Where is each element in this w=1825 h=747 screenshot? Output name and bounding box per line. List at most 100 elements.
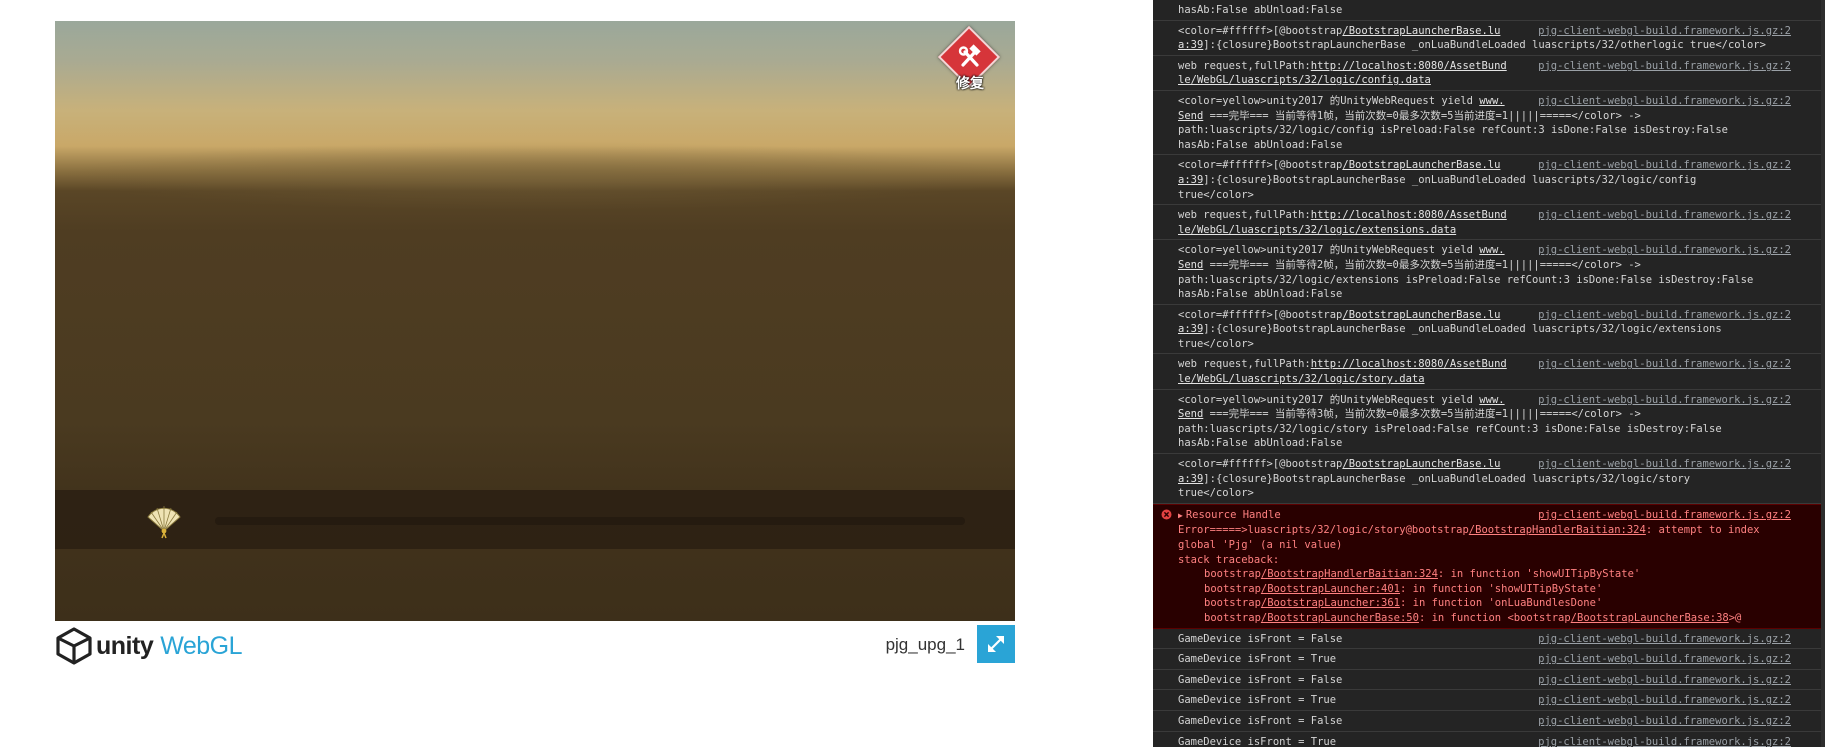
console-message-source[interactable]: pjg-client-webgl-build.framework.js.gz:2 [1538,357,1791,372]
console-source-link[interactable]: /BootstrapLauncher:361 [1261,597,1400,609]
console-log-message: pjg-client-webgl-build.framework.js.gz:2… [1153,629,1825,650]
console-text: Resource Handle Error=====>luascripts/32… [1178,508,1469,537]
console-source-link[interactable]: /BootstrapLauncherBase.lu [1342,458,1500,470]
console-message-source[interactable]: pjg-client-webgl-build.framework.js.gz:2 [1538,457,1791,472]
console-text: <color=yellow>unity2017 的UnityWebRequest… [1178,244,1480,257]
console-log-message: pjg-client-webgl-build.framework.js.gz:2… [1153,649,1825,670]
console-text: bootstrap [1204,597,1261,610]
console-source-link[interactable]: /BootstrapHandlerBaitian:324 [1261,568,1438,580]
stack-trace-line: bootstrap/BootstrapLauncherBase:50: in f… [1178,611,1791,626]
console-source-link[interactable]: a:39 [1178,473,1203,485]
console-source-link[interactable]: le/WebGL/luascripts/32/logic/story.data [1178,373,1425,385]
console-text: GameDevice isFront = True [1178,653,1337,666]
console-source-link[interactable]: Send [1178,259,1203,271]
console-message-source[interactable]: pjg-client-webgl-build.framework.js.gz:2 [1538,243,1791,258]
unity-webgl-logo: unity WebGL [55,627,243,665]
console-text: <color=#ffffff>[@bootstrap [1178,24,1343,37]
console-log-message: pjg-client-webgl-build.framework.js.gz:2… [1153,91,1825,156]
console-text: <color=#ffffff>[@bootstrap [1178,458,1343,471]
console-message-text: web request,fullPath:http://localhost:80… [1178,358,1507,385]
console-message-text: GameDevice isFront = False [1178,674,1342,686]
console-message-list: hasAb:False abUnload:False pjg-client-web… [1153,0,1825,747]
build-title: pjg_upg_1 [885,635,965,654]
console-message-source[interactable]: pjg-client-webgl-build.framework.js.gz:2 [1538,393,1791,408]
console-text: GameDevice isFront = True [1178,694,1337,707]
console-message-text: web request,fullPath:http://localhost:80… [1178,209,1507,236]
console-log-message: pjg-client-webgl-build.framework.js.gz:2… [1153,354,1825,390]
repair-button[interactable]: 修复 [937,25,1001,93]
console-message-source[interactable]: pjg-client-webgl-build.framework.js.gz:2 [1538,693,1791,708]
console-source-link[interactable]: http://localhost:8080/AssetBund [1311,60,1507,72]
console-message-source[interactable]: pjg-client-webgl-build.framework.js.gz:2 [1538,24,1791,39]
console-log-message: pjg-client-webgl-build.framework.js.gz:2… [1153,240,1825,305]
console-source-link[interactable]: www. [1479,394,1504,406]
console-message-source[interactable]: pjg-client-webgl-build.framework.js.gz:2 [1538,652,1791,667]
unity-wordmark: unity [96,631,154,660]
console-scrollbar[interactable] [1821,0,1825,747]
console-source-link[interactable]: /BootstrapHandlerBaitian:324 [1469,524,1646,536]
console-source-link[interactable]: http://localhost:8080/AssetBund [1311,358,1507,370]
console-message-text: hasAb:False abUnload:False [1178,4,1343,16]
console-log-message: pjg-client-webgl-build.framework.js.gz:2… [1153,670,1825,691]
fullscreen-icon [988,636,1004,652]
console-log-message: pjg-client-webgl-build.framework.js.gz:2… [1153,711,1825,732]
console-source-link[interactable]: /BootstrapLauncherBase.lu [1342,25,1500,37]
console-source-link[interactable]: Send [1178,110,1203,122]
console-text: GameDevice isFront = False [1178,673,1343,686]
console-message-text: GameDevice isFront = True [1178,653,1336,665]
expand-triangle-icon[interactable]: ▶ [1178,511,1183,520]
console-source-link[interactable]: /BootstrapLauncherBase:38 [1571,612,1729,624]
console-text: web request,fullPath: [1178,209,1311,222]
console-source-link[interactable]: www. [1479,95,1504,107]
unity-game-canvas[interactable]: 修复 [55,21,1015,621]
console-text: ]:{closure}BootstrapLauncherBase _onLuaB… [1203,39,1766,52]
console-source-link[interactable]: /BootstrapLauncher:401 [1261,583,1400,595]
console-message-source[interactable]: pjg-client-webgl-build.framework.js.gz:2 [1538,508,1791,523]
console-message-text: GameDevice isFront = True [1178,736,1336,747]
console-message-source[interactable]: pjg-client-webgl-build.framework.js.gz:2 [1538,673,1791,688]
console-message-source[interactable]: pjg-client-webgl-build.framework.js.gz:2 [1538,714,1791,729]
console-message-source[interactable]: pjg-client-webgl-build.framework.js.gz:2 [1538,632,1791,647]
console-message-source[interactable]: pjg-client-webgl-build.framework.js.gz:2 [1538,59,1791,74]
console-message-source[interactable]: pjg-client-webgl-build.framework.js.gz:2 [1538,308,1791,323]
console-message-text: GameDevice isFront = True [1178,694,1336,706]
console-text: ===完毕=== 当前等待2帧，当前次数=0最多次数=5当前进度=1|||||=… [1178,258,1754,301]
console-text: : in function 'onLuaBundlesDone' [1399,597,1603,610]
devtools-console[interactable]: hasAb:False abUnload:False pjg-client-web… [1153,0,1825,747]
loading-track [215,517,965,525]
console-text: bootstrap [1204,582,1261,595]
console-source-link[interactable]: http://localhost:8080/AssetBund [1311,209,1507,221]
console-text: : in function <bootstrap [1418,611,1571,624]
console-log-message: hasAb:False abUnload:False [1153,0,1825,21]
console-error-message: pjg-client-webgl-build.framework.js.gz:2… [1153,503,1825,629]
fullscreen-button[interactable] [977,625,1015,663]
console-source-link[interactable]: a:39 [1178,174,1203,186]
unity-cube-icon [56,627,92,665]
console-message-source[interactable]: pjg-client-webgl-build.framework.js.gz:2 [1538,158,1791,173]
console-log-message: pjg-client-webgl-build.framework.js.gz:2… [1153,155,1825,206]
console-message-source[interactable]: pjg-client-webgl-build.framework.js.gz:2 [1538,208,1791,223]
console-text: GameDevice isFront = False [1178,632,1343,645]
console-source-link[interactable]: www. [1479,244,1504,256]
console-source-link[interactable]: le/WebGL/luascripts/32/logic/config.data [1178,74,1431,86]
console-text: ===完毕=== 当前等待1帧，当前次数=0最多次数=5当前进度=1|||||=… [1178,109,1728,151]
console-text: >@ [1728,611,1742,624]
console-source-link[interactable]: a:39 [1178,323,1203,335]
console-source-link[interactable]: /BootstrapLauncherBase:50 [1261,612,1419,624]
console-source-link[interactable]: Send [1178,408,1203,420]
console-message-source[interactable]: pjg-client-webgl-build.framework.js.gz:2 [1538,94,1791,109]
stack-trace-line: bootstrap/BootstrapLauncher:401: in func… [1178,582,1791,597]
console-source-link[interactable]: le/WebGL/luascripts/32/logic/extensions.… [1178,224,1456,236]
console-message-text: GameDevice isFront = False [1178,633,1342,645]
console-source-link[interactable]: /BootstrapLauncherBase.lu [1342,159,1500,171]
console-source-link[interactable]: a:39 [1178,39,1203,51]
console-log-message: pjg-client-webgl-build.framework.js.gz:2… [1153,305,1825,355]
stack-trace-line: bootstrap/BootstrapHandlerBaitian:324: i… [1178,567,1791,582]
console-text: bootstrap [1204,568,1261,581]
console-text: : in function 'showUITipByState' [1399,582,1603,595]
console-message-text: web request,fullPath:http://localhost:80… [1178,60,1507,87]
console-log-message: pjg-client-webgl-build.framework.js.gz:2… [1153,21,1825,56]
console-message-source[interactable]: pjg-client-webgl-build.framework.js.gz:2 [1538,735,1791,747]
console-source-link[interactable]: /BootstrapLauncherBase.lu [1342,309,1500,321]
console-log-message: pjg-client-webgl-build.framework.js.gz:2… [1153,205,1825,241]
